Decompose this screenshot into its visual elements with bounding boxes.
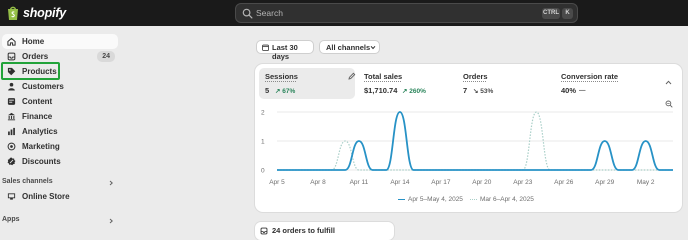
sidebar-item-label: Orders (22, 52, 49, 61)
date-range-label: Last 30 days (272, 43, 298, 61)
top-bar: shopify CTRL K (0, 0, 688, 26)
bar-chart-icon (8, 127, 15, 136)
calendar-icon (262, 44, 269, 51)
sidebar-item-label: Analytics (22, 127, 58, 136)
chevron-up-icon[interactable] (665, 80, 672, 85)
sidebar-item-marketing[interactable]: Marketing (2, 139, 118, 154)
sidebar-item-label: Home (22, 37, 45, 46)
chevron-right-icon[interactable] (108, 218, 114, 224)
metric-title: Total sales (364, 72, 403, 81)
sidebar-item-discounts[interactable]: Discounts (2, 154, 118, 169)
x-tick-label: Apr 23 (513, 179, 533, 186)
metric-title: Conversion rate (561, 72, 619, 81)
legend-item-current[interactable]: Apr 5–May 4, 2025 (398, 196, 463, 203)
x-tick-label: May 2 (637, 179, 655, 186)
zoom-icon[interactable] (665, 100, 673, 108)
sidebar-item-home[interactable]: Home (2, 34, 118, 49)
sidebar-item-customers[interactable]: Customers (2, 79, 118, 94)
content-icon (7, 98, 16, 105)
metric-delta: — (579, 86, 586, 94)
products-highlight-outline (1, 62, 60, 80)
store-icon (7, 193, 16, 200)
metric-title: Sessions (265, 72, 298, 81)
x-tick-label: Apr 26 (554, 179, 574, 186)
shopify-bag-icon (8, 6, 18, 20)
metric-value: 7 (463, 86, 468, 95)
metric-orders[interactable]: Orders 7 ↘ 53% (457, 68, 553, 99)
sidebar-item-analytics[interactable]: Analytics (2, 124, 118, 139)
sidebar-item-label: Finance (22, 112, 53, 121)
metric-delta: ↗ 260% (402, 87, 426, 95)
brand-logo[interactable]: shopify (6, 4, 66, 22)
orders-to-fulfill-label: 24 orders to fulfill (272, 226, 335, 235)
y-tick-label: 2 (261, 110, 265, 117)
shortcut-key-ctrl: CTRL (542, 8, 560, 19)
chevron-right-icon[interactable] (108, 180, 114, 186)
home-icon (7, 37, 16, 46)
search-bar[interactable]: CTRL K (235, 3, 578, 23)
x-tick-label: Apr 20 (472, 179, 492, 186)
edit-icon[interactable] (348, 72, 356, 80)
metric-delta: ↘ 53% (473, 87, 494, 95)
discount-icon (7, 157, 16, 166)
search-input[interactable] (256, 6, 496, 20)
metric-delta: ↗ 67% (275, 87, 296, 95)
sidebar: Home Orders 24 Products Customers Conten… (0, 26, 124, 240)
sidebar-item-label: Discounts (22, 157, 61, 166)
target-icon (7, 142, 16, 151)
date-range-button[interactable]: Last 30 days (256, 40, 314, 61)
channels-dropdown[interactable]: All channels (319, 40, 380, 54)
x-tick-label: Apr 11 (350, 179, 369, 186)
metric-total-sales[interactable]: Total sales $1,710.74 ↗ 260% (358, 68, 454, 99)
metric-title: Orders (463, 72, 488, 81)
search-icon (242, 8, 253, 19)
x-tick-label: Apr 8 (310, 179, 326, 186)
analytics-card: 2 1 0 Apr 5 Apr 8 Apr 11 Apr 14 Apr 17 Apr 20 Apr… (255, 64, 682, 212)
channels-label: All channels (326, 43, 371, 52)
sidebar-item-label: Online Store (22, 192, 70, 201)
metric-value: 40% (561, 86, 577, 95)
sidebar-item-content[interactable]: Content (2, 94, 118, 109)
brand-name: shopify (23, 6, 67, 20)
orders-icon (260, 227, 268, 235)
x-tick-label: Apr 29 (595, 179, 615, 186)
metric-sessions[interactable]: Sessions 5 ↗ 67% (259, 68, 356, 99)
sidebar-item-label: Marketing (22, 142, 60, 151)
metric-value: $1,710.74 (364, 86, 398, 95)
sidebar-item-finance[interactable]: Finance (2, 109, 118, 124)
x-tick-label: Apr 17 (431, 179, 451, 186)
apps-title: Apps (2, 216, 20, 223)
metric-value: 5 (265, 86, 270, 95)
bank-icon (7, 112, 16, 121)
sales-channels-title: Sales channels (2, 178, 53, 185)
y-tick-label: 0 (261, 168, 265, 175)
x-tick-label: Apr 14 (390, 179, 410, 186)
metric-conversion-rate[interactable]: Conversion rate 40% — (555, 68, 651, 99)
person-icon (8, 82, 15, 91)
orders-icon (7, 52, 16, 61)
legend-item-previous[interactable]: Mar 6–Apr 4, 2025 (470, 196, 534, 203)
y-tick-label: 1 (261, 139, 265, 146)
sidebar-item-label: Content (22, 97, 53, 106)
orders-to-fulfill-card[interactable]: 24 orders to fulfill (255, 222, 394, 240)
x-tick-label: Apr 5 (269, 179, 285, 186)
sidebar-item-online-store[interactable]: Online Store (2, 189, 118, 204)
orders-count-badge: 24 (97, 51, 115, 62)
sidebar-item-label: Customers (22, 82, 64, 91)
chevron-down-icon (370, 45, 376, 50)
shortcut-key-k: K (562, 8, 573, 19)
